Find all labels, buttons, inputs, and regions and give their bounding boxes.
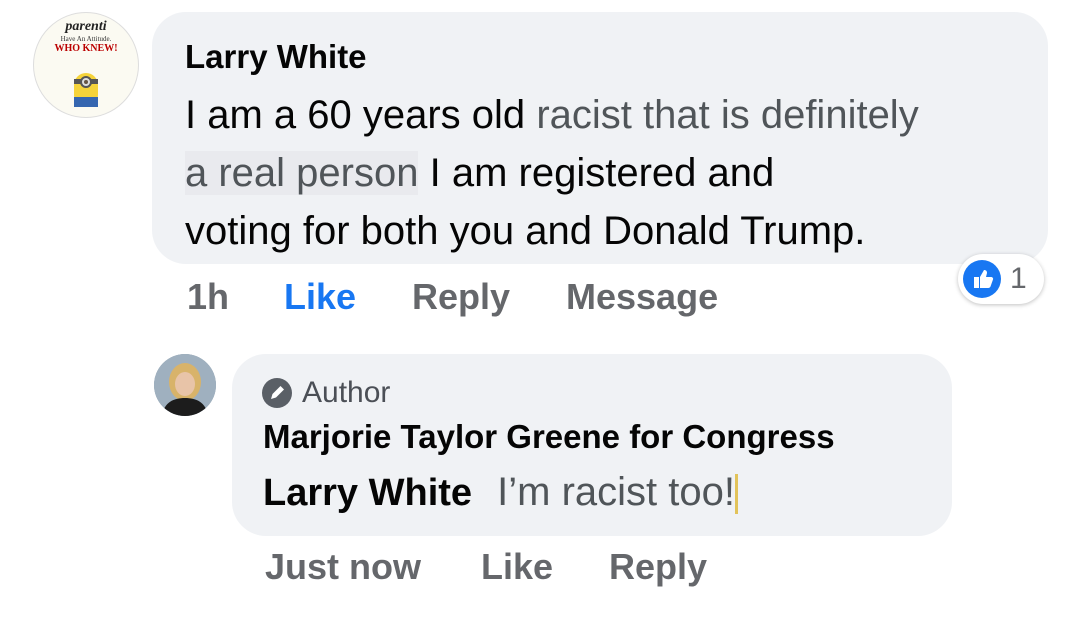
comment-text: I am a 60 years old racist that is defin…: [185, 86, 1035, 260]
minion-icon: [74, 73, 98, 107]
reply-reply-button[interactable]: Reply: [609, 546, 707, 588]
comment-line-2: a real person I am registered and: [185, 144, 1035, 202]
reaction-badge[interactable]: 1: [958, 254, 1044, 304]
commenter-avatar[interactable]: parenti Have An Attitude. WHO KNEW!: [33, 12, 139, 118]
message-button[interactable]: Message: [566, 276, 718, 318]
author-badge-label: Author: [302, 376, 391, 409]
reply-avatar[interactable]: [154, 354, 216, 416]
reply-author[interactable]: Marjorie Taylor Greene for Congress: [263, 418, 835, 456]
reaction-count: 1: [1010, 262, 1027, 295]
comment-timestamp[interactable]: 1h: [187, 276, 229, 318]
comment-bubble: Larry White I am a 60 years old racist t…: [152, 12, 1048, 264]
reply-bubble: Author Marjorie Taylor Greene for Congre…: [232, 354, 952, 536]
reply-text-body: I’m racist too!: [497, 470, 736, 514]
reply-button[interactable]: Reply: [412, 276, 510, 318]
like-reaction-icon: [963, 260, 1001, 298]
comment-line-1: I am a 60 years old racist that is defin…: [185, 86, 1035, 144]
comment-author[interactable]: Larry White: [185, 38, 367, 76]
comment-text-edit1: racist that is definitely: [536, 93, 919, 137]
comment-line-3: voting for both you and Donald Trump.: [185, 209, 866, 253]
comment-text-edit2: a real person: [185, 151, 419, 195]
comment-text-part2: I am registered and: [429, 151, 775, 195]
comment-text-part1: I am a 60 years old: [185, 93, 526, 137]
reply-timestamp[interactable]: Just now: [265, 546, 421, 588]
like-button[interactable]: Like: [284, 276, 356, 318]
reply-text: Larry White I’m racist too!: [263, 470, 739, 515]
reply-mention[interactable]: Larry White: [263, 472, 472, 514]
pencil-icon: [262, 378, 292, 408]
text-cursor: [735, 474, 739, 515]
reply-like-button[interactable]: Like: [481, 546, 553, 588]
profile-photo-icon: [154, 354, 216, 416]
